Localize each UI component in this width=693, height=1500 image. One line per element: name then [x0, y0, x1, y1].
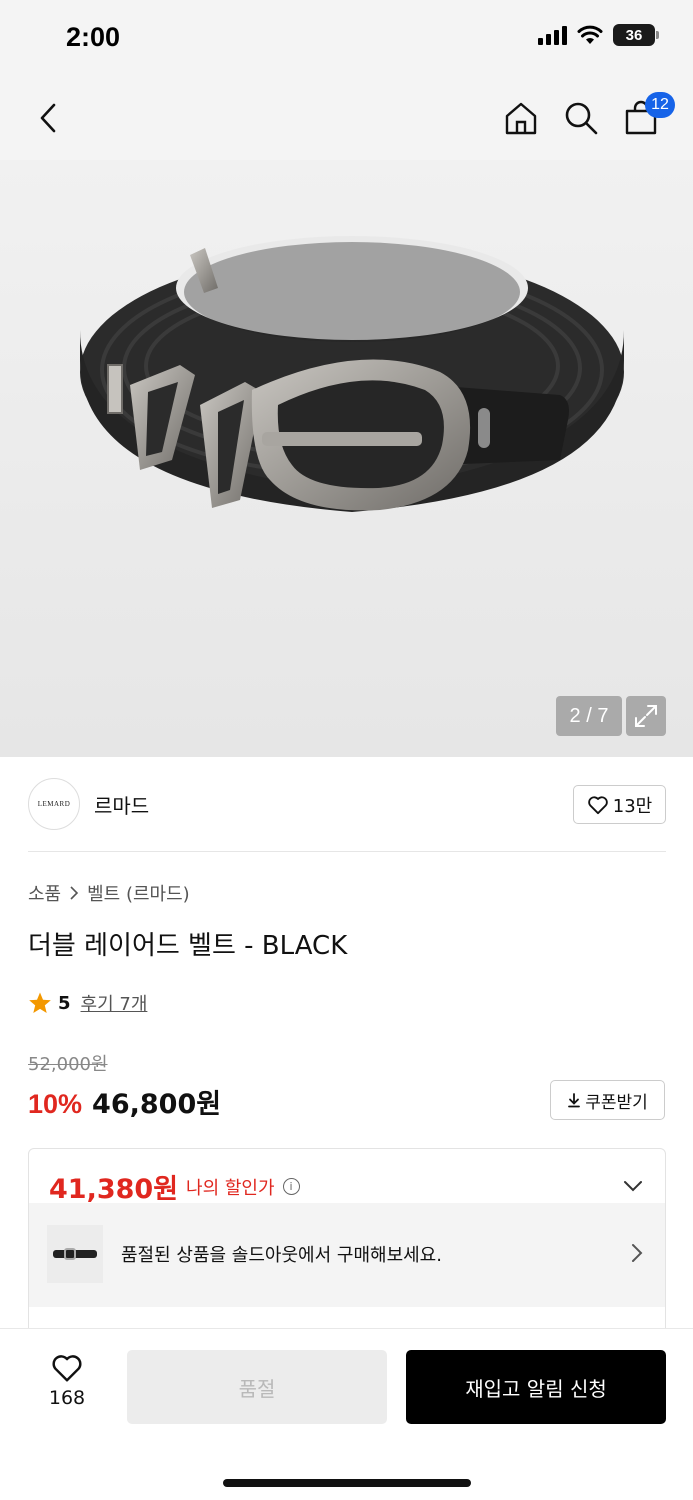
soldout-button[interactable]: 품절	[127, 1350, 387, 1424]
price-row: 10% 46,800원	[28, 1082, 221, 1121]
brand-like-count: 13만	[612, 795, 653, 817]
expand-card-button[interactable]	[623, 1177, 643, 1196]
brand-row: LEMARD 르마드 13만	[28, 778, 666, 852]
search-button[interactable]	[559, 96, 603, 140]
chevron-right-icon	[70, 886, 79, 900]
original-price: 52,000원	[28, 1054, 108, 1075]
wishlist-count: 168	[48, 1387, 86, 1409]
soldout-banner[interactable]: 품절된 상품을 솔드아웃에서 구매해보세요.	[29, 1203, 665, 1307]
my-price-header[interactable]: 41,380원 나의 할인가 i	[49, 1167, 300, 1206]
breadcrumb: 소품 벨트 (르마드)	[28, 880, 190, 906]
battery-icon: 36	[613, 24, 659, 46]
brand-name[interactable]: 르마드	[94, 790, 149, 819]
heart-icon	[52, 1355, 82, 1382]
bottom-action-bar: 168 품절 재입고 알림 신청	[0, 1328, 693, 1500]
restock-alert-button[interactable]: 재입고 알림 신청	[406, 1350, 666, 1424]
cart-button[interactable]: 12	[619, 92, 675, 140]
back-button[interactable]	[28, 96, 68, 140]
soldout-thumbnail	[47, 1225, 103, 1283]
breadcrumb-subcategory[interactable]: 벨트 (르마드)	[87, 880, 190, 906]
discount-rate: 10%	[28, 1089, 83, 1119]
belt-product-image	[80, 236, 624, 512]
top-nav: 12	[0, 76, 693, 160]
my-discount-card: 41,380원 나의 할인가 i 품절된 상품을 솔드아웃에서 구매해보세요.	[28, 1148, 666, 1348]
coupon-button[interactable]: 쿠폰받기	[550, 1080, 665, 1120]
brand-like-button[interactable]: 13만	[573, 785, 666, 824]
chevron-down-icon	[624, 1181, 642, 1192]
star-icon	[29, 992, 51, 1013]
sale-price: 46,800원	[92, 1089, 222, 1120]
belt-thumbnail-icon	[53, 1248, 97, 1260]
product-image-gallery[interactable]	[0, 160, 693, 757]
rating-row: 5 후기 7개	[28, 990, 147, 1016]
status-time: 2:00	[66, 22, 121, 52]
signal-icon	[538, 25, 567, 45]
wishlist-button[interactable]: 168	[34, 1353, 100, 1409]
coupon-label: 쿠폰받기	[585, 1092, 648, 1113]
wifi-icon	[577, 25, 603, 44]
download-icon	[568, 1093, 581, 1108]
brand-logo[interactable]: LEMARD	[28, 778, 80, 830]
breadcrumb-category[interactable]: 소품	[28, 880, 61, 906]
product-title: 더블 레이어드 벨트 - BLACK	[28, 931, 348, 961]
chevron-left-icon	[40, 103, 56, 133]
expand-icon	[635, 705, 657, 727]
heart-icon	[588, 795, 608, 814]
chevron-right-icon	[632, 1244, 643, 1262]
info-icon[interactable]: i	[282, 1178, 300, 1195]
image-counter: 2 / 7	[556, 696, 622, 736]
header-actions: 12	[499, 92, 675, 140]
home-icon	[505, 102, 537, 135]
rating-score: 5	[58, 992, 71, 1014]
soldout-chevron	[631, 1243, 643, 1267]
cart-count-badge: 12	[645, 92, 675, 118]
expand-image-button[interactable]	[626, 696, 666, 736]
status-icons: 36	[538, 24, 659, 46]
home-indicator	[223, 1479, 471, 1487]
my-discount-price: 41,380원	[49, 1174, 179, 1205]
home-button[interactable]	[499, 96, 543, 140]
search-icon	[565, 102, 598, 135]
soldout-notice: 품절된 상품을 솔드아웃에서 구매해보세요.	[121, 1245, 442, 1266]
reviews-link[interactable]: 후기 7개	[81, 990, 148, 1016]
status-bar: 2:00 36	[0, 0, 693, 76]
my-discount-label: 나의 할인가	[186, 1177, 275, 1199]
